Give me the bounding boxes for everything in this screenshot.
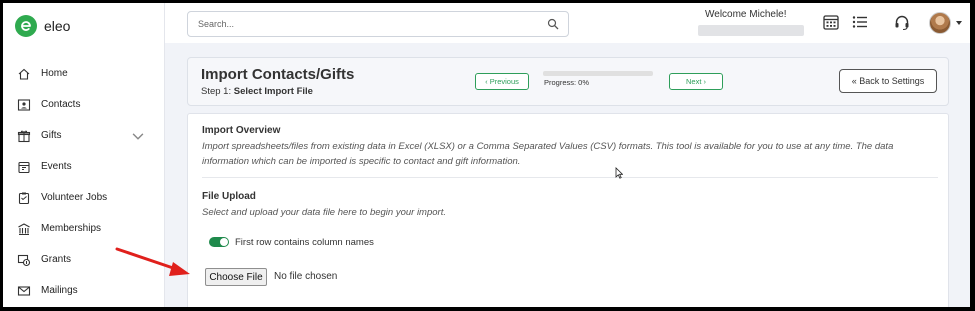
sidebar-item-memberships[interactable]: Memberships	[3, 213, 165, 244]
grant-icon	[17, 254, 31, 266]
clipboard-icon	[18, 192, 30, 204]
caret-down-icon[interactable]	[956, 21, 962, 25]
app-window: eleo Home Contacts Gifts Events Voluntee…	[3, 3, 970, 307]
sidebar-item-events[interactable]: Events	[3, 151, 165, 182]
sidebar-item-label: Mailings	[41, 285, 78, 296]
overview-text: Import spreadsheets/files from existing …	[202, 141, 894, 167]
page-title: Import Contacts/Gifts	[201, 66, 355, 83]
home-icon	[18, 68, 30, 80]
eleo-logo-icon	[15, 15, 37, 37]
choose-file-button[interactable]: Choose File	[205, 268, 267, 286]
import-content: Import Overview Import spreadsheets/file…	[187, 113, 949, 307]
progress-bar	[543, 71, 653, 76]
headset-icon[interactable]	[893, 13, 911, 31]
sidebar-item-label: Contacts	[41, 99, 81, 110]
mail-icon	[17, 285, 31, 296]
list-icon[interactable]	[851, 13, 869, 31]
chevron-down-icon[interactable]	[131, 129, 145, 143]
search-icon[interactable]	[547, 18, 559, 30]
sidebar-item-label: Volunteer Jobs	[41, 192, 108, 203]
sidebar-item-contacts[interactable]: Contacts	[3, 89, 165, 120]
sidebar-item-gifts[interactable]: Gifts	[3, 120, 165, 151]
top-bar: Welcome Michele!	[165, 3, 970, 43]
sidebar-item-label: Events	[41, 161, 72, 172]
search-box[interactable]	[187, 11, 569, 37]
avatar[interactable]	[929, 12, 951, 34]
annotation-arrow-icon	[115, 247, 190, 276]
sidebar-item-label: Gifts	[41, 130, 62, 141]
sidebar-item-home[interactable]: Home	[3, 58, 165, 89]
building-icon	[18, 222, 30, 235]
step-indicator: Step 1: Select Import File	[201, 86, 313, 97]
file-status: No file chosen	[274, 271, 338, 282]
calendar-icon	[18, 161, 30, 173]
toggle-label: First row contains column names	[235, 237, 374, 248]
step-prefix: Step 1:	[201, 86, 234, 97]
overview-title: Import Overview	[202, 125, 281, 136]
sidebar-item-label: Grants	[41, 254, 72, 265]
sidebar-item-label: Memberships	[41, 223, 102, 234]
first-row-toggle[interactable]	[209, 237, 229, 247]
welcome-text: Welcome Michele!	[705, 9, 787, 20]
previous-button[interactable]: ‹ Previous	[475, 73, 529, 90]
divider	[202, 177, 938, 178]
sidebar-item-volunteer-jobs[interactable]: Volunteer Jobs	[3, 182, 165, 213]
next-button[interactable]: Next ›	[669, 73, 723, 90]
gift-icon	[17, 130, 31, 142]
contacts-icon	[17, 98, 31, 111]
search-input[interactable]	[188, 12, 528, 36]
calendar-grid-icon[interactable]	[822, 13, 840, 31]
upload-title: File Upload	[202, 191, 256, 202]
import-header: Import Contacts/Gifts Step 1: Select Imp…	[187, 57, 949, 106]
brand[interactable]: eleo	[15, 15, 70, 37]
step-name: Select Import File	[233, 86, 313, 97]
sidebar-item-label: Home	[41, 68, 68, 79]
upload-text: Select and upload your data file here to…	[202, 207, 446, 218]
back-to-settings-button[interactable]: « Back to Settings	[839, 69, 937, 93]
brand-name: eleo	[44, 18, 71, 34]
redacted-bar	[698, 25, 804, 36]
sidebar-item-mailings[interactable]: Mailings	[3, 275, 165, 306]
progress-label: Progress: 0%	[544, 78, 590, 87]
mouse-cursor-icon	[615, 167, 623, 179]
